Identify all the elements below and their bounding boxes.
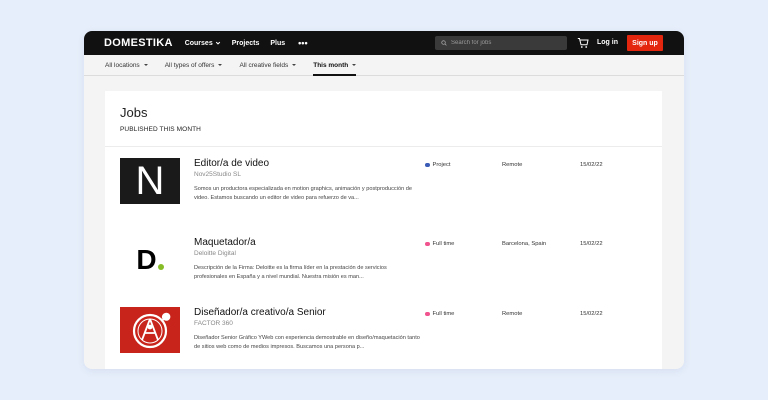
filter-creative-fields[interactable]: All creative fields bbox=[239, 55, 297, 75]
job-date: 15/02/22 bbox=[580, 311, 603, 317]
nav-courses[interactable]: Courses bbox=[185, 40, 221, 47]
job-type-label: Full time bbox=[432, 311, 455, 317]
jobs-panel: Jobs PUBLISHED THIS MONTH N Editor/a de … bbox=[105, 91, 662, 369]
job-company[interactable]: Deloitte Digital bbox=[194, 250, 236, 257]
job-company[interactable]: Nov25Studio SL bbox=[194, 171, 241, 178]
caret-down-icon bbox=[143, 64, 148, 66]
caret-down-icon bbox=[292, 64, 297, 66]
green-dot-icon bbox=[157, 264, 164, 270]
signup-button[interactable]: Sign up bbox=[627, 35, 663, 51]
factor360-emblem-icon bbox=[132, 312, 171, 349]
filter-creative-fields-label: All creative fields bbox=[239, 61, 289, 69]
job-type: Full time bbox=[425, 311, 454, 317]
filter-offer-types-label: All types of offers bbox=[164, 61, 215, 69]
job-company[interactable]: FACTOR 360 bbox=[194, 320, 233, 327]
search-input[interactable] bbox=[451, 40, 561, 46]
jobs-header: Jobs PUBLISHED THIS MONTH bbox=[105, 91, 662, 147]
nav-courses-label: Courses bbox=[184, 39, 213, 47]
job-type: Full time bbox=[425, 241, 454, 247]
job-type-label: Full time bbox=[432, 241, 455, 247]
more-menu-icon[interactable]: ••• bbox=[298, 38, 307, 48]
filter-offer-types[interactable]: All types of offers bbox=[165, 55, 223, 75]
job-type-label: Project bbox=[432, 162, 451, 168]
job-location: Remote bbox=[502, 162, 523, 168]
filter-date-label: This month bbox=[313, 61, 349, 69]
browser-window: DOMESTIKA Courses Projects Plus ••• Log … bbox=[84, 31, 684, 369]
login-link[interactable]: Log in bbox=[597, 39, 618, 46]
job-type-dot bbox=[425, 311, 430, 317]
job-location: Remote bbox=[502, 311, 523, 317]
job-date: 15/02/22 bbox=[580, 241, 603, 247]
job-location: Barcelona, Spain bbox=[502, 241, 547, 247]
job-type: Project bbox=[425, 162, 451, 168]
search-icon bbox=[441, 40, 447, 46]
company-logo[interactable]: D bbox=[120, 237, 180, 283]
job-title[interactable]: Diseñador/a creativo/a Senior bbox=[194, 307, 326, 318]
company-logo-letter: N bbox=[135, 159, 165, 203]
domestika-logo[interactable]: DOMESTIKA bbox=[104, 37, 173, 49]
job-title[interactable]: Maquetador/a bbox=[194, 237, 256, 248]
job-type-dot bbox=[425, 162, 430, 168]
top-navigation-bar: DOMESTIKA Courses Projects Plus ••• Log … bbox=[84, 31, 684, 55]
job-listing[interactable]: D Maquetador/a Deloitte Digital Descripc… bbox=[120, 237, 647, 301]
company-logo-letter: D bbox=[136, 246, 164, 274]
nav-plus[interactable]: Plus bbox=[270, 40, 285, 47]
company-logo[interactable] bbox=[120, 307, 180, 353]
filter-locations[interactable]: All locations bbox=[105, 55, 148, 75]
job-type-dot bbox=[425, 241, 430, 247]
search-box[interactable] bbox=[435, 36, 567, 50]
page-title: Jobs bbox=[120, 105, 148, 120]
company-logo[interactable]: N bbox=[120, 158, 180, 204]
job-description: Descripción de la Firma: Deloitte es la … bbox=[194, 265, 387, 280]
job-date: 15/02/22 bbox=[580, 162, 603, 168]
filter-bar: All locations All types of offers All cr… bbox=[84, 55, 684, 76]
nav-projects[interactable]: Projects bbox=[232, 40, 260, 47]
job-listing[interactable]: N Editor/a de video Nov25Studio SL Somos… bbox=[120, 158, 647, 222]
cart-icon[interactable] bbox=[577, 37, 589, 49]
page-subtitle: PUBLISHED THIS MONTH bbox=[120, 126, 201, 133]
caret-down-icon bbox=[352, 64, 357, 66]
job-description: Somos un productora especializada en mot… bbox=[194, 186, 412, 201]
job-title[interactable]: Editor/a de video bbox=[194, 158, 269, 169]
filter-date[interactable]: This month bbox=[313, 55, 357, 76]
job-listing[interactable]: Diseñador/a creativo/a Senior FACTOR 360… bbox=[120, 307, 647, 369]
job-description: Diseñador Senior Gráfico YWeb con experi… bbox=[194, 335, 420, 350]
filter-locations-label: All locations bbox=[105, 61, 140, 69]
caret-down-icon bbox=[218, 64, 223, 66]
chevron-down-icon bbox=[215, 41, 220, 45]
